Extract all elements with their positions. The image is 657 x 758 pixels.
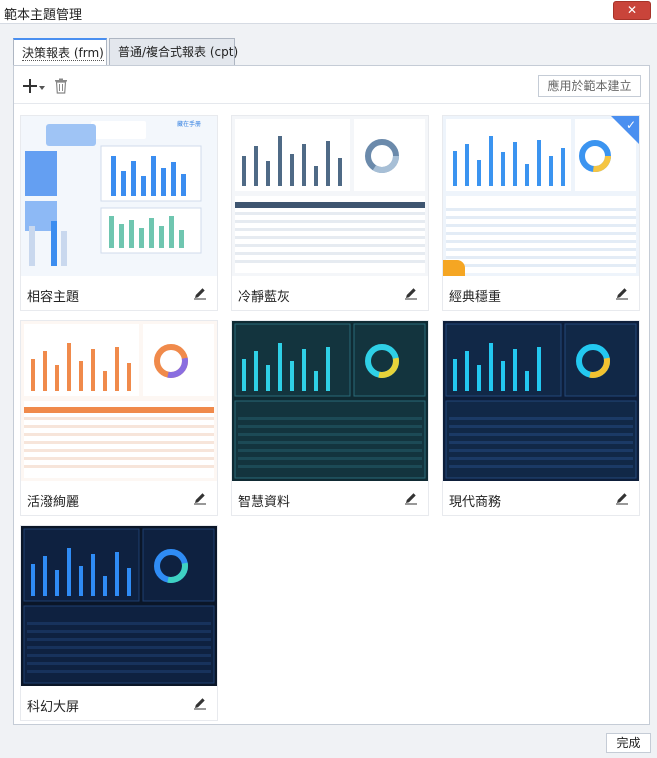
theme-card[interactable]: 活潑絢麗	[20, 320, 218, 516]
thumbnail-brand-text: 藏在手册	[177, 120, 201, 128]
edit-theme-button[interactable]	[193, 491, 207, 505]
apply-to-template-button[interactable]: 應用於範本建立	[538, 75, 641, 97]
theme-name: 科幻大屏	[27, 700, 80, 715]
theme-thumbnail	[21, 526, 217, 686]
shirt-icon	[443, 260, 465, 276]
add-theme-button[interactable]	[23, 77, 45, 95]
theme-name: 冷靜藍灰	[238, 290, 291, 305]
toolbar: 應用於範本建立	[14, 66, 649, 104]
theme-thumbnail: 藏在手册	[21, 116, 217, 276]
edit-theme-button[interactable]	[193, 286, 207, 300]
pencil-icon	[616, 493, 628, 505]
edit-theme-button[interactable]	[404, 491, 418, 505]
close-icon: ✕	[626, 3, 638, 17]
pencil-icon	[405, 288, 417, 300]
theme-thumbnail	[443, 321, 639, 481]
title-bar: 範本主題管理 ✕	[0, 0, 657, 24]
edit-theme-button[interactable]	[615, 286, 629, 300]
check-icon: ✓	[625, 118, 636, 132]
delete-theme-button[interactable]	[54, 78, 68, 94]
close-button[interactable]: ✕	[613, 1, 651, 20]
tab-cpt[interactable]: 普通/複合式報表 (cpt)	[109, 38, 239, 66]
theme-name: 活潑絢麗	[27, 495, 80, 510]
theme-card[interactable]: ✓ 經典穩重	[442, 115, 640, 311]
theme-thumbnail: ✓	[443, 116, 639, 276]
tab-frm-label: 決策報表 (frm)	[22, 46, 104, 61]
theme-card[interactable]: 科幻大屏	[20, 525, 218, 721]
window-title: 範本主題管理	[4, 8, 83, 23]
pencil-icon	[194, 288, 206, 300]
edit-theme-button[interactable]	[404, 286, 418, 300]
tab-frm[interactable]: 決策報表 (frm)	[13, 38, 107, 67]
edit-theme-button[interactable]	[615, 491, 629, 505]
trash-icon	[55, 78, 67, 94]
theme-card[interactable]: 藏在手册 相容主題	[20, 115, 218, 311]
pencil-icon	[194, 493, 206, 505]
theme-card[interactable]: 現代商務	[442, 320, 640, 516]
theme-name: 經典穩重	[449, 290, 502, 305]
theme-card[interactable]: 智慧資料	[231, 320, 429, 516]
theme-name: 現代商務	[449, 495, 502, 510]
pencil-icon	[616, 288, 628, 300]
theme-thumbnail	[232, 321, 428, 481]
theme-name: 相容主題	[27, 290, 80, 305]
theme-name: 智慧資料	[238, 495, 291, 510]
theme-thumbnail	[232, 116, 428, 276]
theme-thumbnail	[21, 321, 217, 481]
chevron-down-icon	[39, 86, 45, 90]
theme-card[interactable]: 冷靜藍灰	[231, 115, 429, 311]
edit-theme-button[interactable]	[193, 696, 207, 710]
pencil-icon	[405, 493, 417, 505]
tab-cpt-label: 普通/複合式報表 (cpt)	[118, 45, 239, 59]
done-button[interactable]: 完成	[606, 733, 651, 753]
theme-panel: 應用於範本建立 藏在手册 相容主題 冷靜藍灰 ✓ 經典穩重 活潑絢麗 智慧資料 …	[13, 65, 650, 725]
pencil-icon	[194, 698, 206, 710]
